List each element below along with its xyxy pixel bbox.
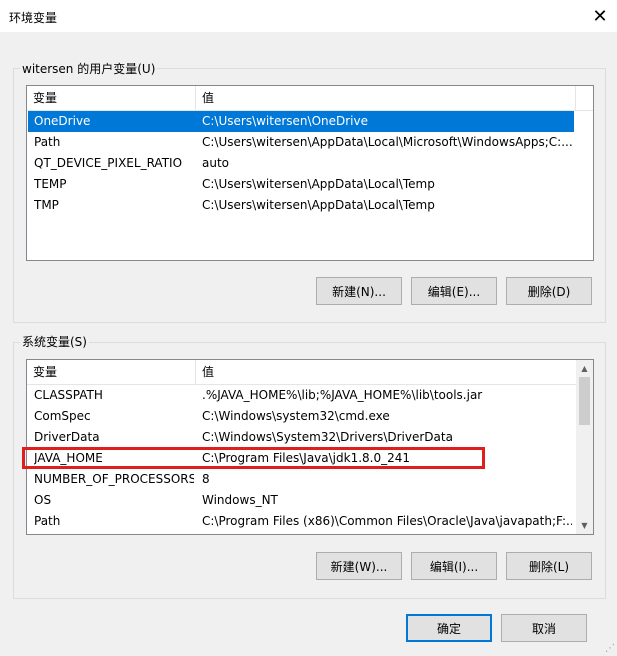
variable-name-cell: QT_DEVICE_PIXEL_RATIO xyxy=(34,156,183,170)
table-row[interactable]: Path C:\Users\witersen\AppData\Local\Micr… xyxy=(28,132,574,153)
column-header-name[interactable]: 变量 xyxy=(27,360,195,384)
title-bar: 环境变量 ✕ xyxy=(0,0,617,32)
column-header-name[interactable]: 变量 xyxy=(27,86,195,110)
resize-grip-icon[interactable]: ⋰ xyxy=(605,643,615,654)
variable-value-cell: C:\Program Files\Java\jdk1.8.0_241 xyxy=(202,451,411,465)
system-variables-list[interactable]: 变量 值 CLASSPATH .%JAVA_HOME%\lib;%JAVA_HOM… xyxy=(26,359,594,535)
system-variables-header: 变量 值 xyxy=(27,360,576,385)
variable-value-cell: C:\Program Files (x86)\Common Files\Orac… xyxy=(202,514,572,528)
table-row[interactable]: NUMBER_OF_PROCESSORS 8 xyxy=(28,469,574,490)
variable-value-cell: .%JAVA_HOME%\lib;%JAVA_HOME%\lib\tools.j… xyxy=(202,388,483,402)
table-row[interactable]: QT_DEVICE_PIXEL_RATIO auto xyxy=(28,153,574,174)
user-variables-header: 变量 值 xyxy=(27,86,593,111)
ok-button[interactable]: 确定 xyxy=(406,614,492,642)
table-row[interactable]: ComSpec C:\Windows\system32\cmd.exe xyxy=(28,406,574,427)
column-header-value[interactable]: 值 xyxy=(196,360,576,384)
variable-value-cell: C:\Users\witersen\AppData\Local\Temp xyxy=(202,177,435,191)
table-row[interactable]: DriverData C:\Windows\System32\Drivers\Dr… xyxy=(28,427,574,448)
variable-name-cell: DriverData xyxy=(34,430,100,444)
environment-variables-dialog: 环境变量 ✕ witersen 的用户变量(U) 变量 值 OneDrive C:… xyxy=(0,0,617,656)
system-delete-button[interactable]: 删除(L) xyxy=(506,552,592,580)
variable-name-cell: NUMBER_OF_PROCESSORS xyxy=(34,472,194,486)
window-title: 环境变量 xyxy=(9,11,58,25)
variable-name-cell: OneDrive xyxy=(34,114,91,128)
table-row[interactable]: TMP C:\Users\witersen\AppData\Local\Temp xyxy=(28,195,574,216)
column-separator[interactable] xyxy=(575,86,576,110)
table-row[interactable]: TEMP C:\Users\witersen\AppData\Local\Temp xyxy=(28,174,574,195)
scroll-down-icon[interactable]: ▼ xyxy=(576,517,593,534)
scroll-up-icon[interactable]: ▲ xyxy=(576,360,593,377)
table-row[interactable]: OS Windows_NT xyxy=(28,490,574,511)
table-row[interactable]: JAVA_HOME C:\Program Files\Java\jdk1.8.0_… xyxy=(28,448,574,469)
cancel-button[interactable]: 取消 xyxy=(501,614,587,642)
system-variables-scrollbar[interactable]: ▲ ▼ xyxy=(576,360,593,534)
variable-name-cell: Path xyxy=(34,135,61,149)
table-row[interactable]: CLASSPATH .%JAVA_HOME%\lib;%JAVA_HOME%\li… xyxy=(28,385,574,406)
variable-name-cell: CLASSPATH xyxy=(34,388,103,402)
table-row[interactable]: OneDrive C:\Users\witersen\OneDrive xyxy=(28,111,574,132)
user-delete-button[interactable]: 删除(D) xyxy=(506,277,592,305)
user-variables-list[interactable]: 变量 值 OneDrive C:\Users\witersen\OneDrive P… xyxy=(26,85,594,261)
variable-name-cell: JAVA_HOME xyxy=(34,451,103,465)
variable-name-cell: Path xyxy=(34,514,61,528)
user-variables-group-label: witersen 的用户变量(U) xyxy=(20,60,158,77)
close-icon[interactable]: ✕ xyxy=(583,0,617,32)
system-new-button[interactable]: 新建(W)... xyxy=(316,552,402,580)
scroll-thumb[interactable] xyxy=(579,377,590,425)
system-variables-group-label: 系统变量(S) xyxy=(20,333,89,350)
variable-name-cell: TEMP xyxy=(34,177,67,191)
system-edit-button[interactable]: 编辑(I)... xyxy=(411,552,497,580)
variable-value-cell: C:\Users\witersen\AppData\Local\Temp xyxy=(202,198,435,212)
variable-value-cell: Windows_NT xyxy=(202,493,278,507)
variable-name-cell: TMP xyxy=(34,198,59,212)
variable-value-cell: C:\Windows\System32\Drivers\DriverData xyxy=(202,430,453,444)
variable-value-cell: C:\Users\witersen\AppData\Local\Microsof… xyxy=(202,135,572,149)
variable-name-cell: OS xyxy=(34,493,52,507)
column-header-value[interactable]: 值 xyxy=(196,86,576,110)
variable-value-cell: C:\Users\witersen\OneDrive xyxy=(202,114,368,128)
variable-value-cell: auto xyxy=(202,156,230,170)
table-row[interactable]: Path C:\Program Files (x86)\Common Files\… xyxy=(28,511,574,532)
user-edit-button[interactable]: 编辑(E)... xyxy=(411,277,497,305)
variable-value-cell: 8 xyxy=(202,472,210,486)
variable-name-cell: ComSpec xyxy=(34,409,91,423)
variable-value-cell: C:\Windows\system32\cmd.exe xyxy=(202,409,390,423)
user-new-button[interactable]: 新建(N)... xyxy=(316,277,402,305)
